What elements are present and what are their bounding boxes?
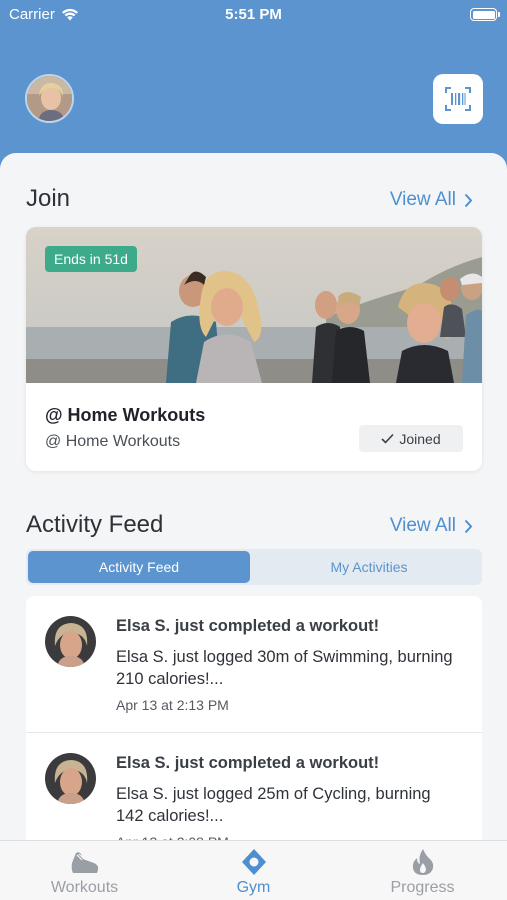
- status-bar: Carrier 5:51 PM: [0, 0, 507, 30]
- activity-segmented-control: Activity Feed My Activities: [26, 549, 482, 585]
- profile-avatar[interactable]: [25, 74, 74, 123]
- location-pin-icon: [241, 849, 266, 875]
- avatar: [45, 616, 96, 667]
- challenge-card[interactable]: Ends in 51d @ Home Workouts @ Home Worko…: [26, 227, 482, 471]
- activity-feed-list: Elsa S. just completed a workout! Elsa S…: [26, 596, 482, 843]
- status-time: 5:51 PM: [225, 6, 282, 23]
- tab-progress-label: Progress: [390, 879, 455, 896]
- avatar-image: [27, 76, 72, 121]
- tab-gym[interactable]: Gym: [169, 841, 338, 900]
- joined-label: Joined: [399, 430, 441, 447]
- feed-item[interactable]: Elsa S. just completed a workout! Elsa S…: [26, 596, 482, 732]
- tab-gym-label: Gym: [236, 879, 271, 896]
- challenge-subtitle: @ Home Workouts: [45, 433, 181, 450]
- shoe-icon: [71, 852, 98, 873]
- tab-workouts-label: Workouts: [50, 879, 119, 896]
- feed-item-timestamp: Apr 13 at 2:13 PM: [116, 697, 229, 713]
- chevron-right-icon: [464, 193, 473, 207]
- tab-progress[interactable]: Progress: [338, 841, 507, 900]
- join-view-all-link[interactable]: View All: [390, 189, 473, 211]
- avatar: [45, 753, 96, 804]
- barcode-scan-icon: [445, 87, 471, 111]
- feed-item-title: Elsa S. just completed a workout!: [116, 617, 380, 635]
- joined-button[interactable]: Joined: [359, 425, 463, 452]
- content-sheet: Join View All Ends in 51d @ Home Workout…: [0, 153, 507, 843]
- checkmark-icon: [381, 433, 394, 444]
- activity-view-all-label: View All: [389, 515, 456, 536]
- feed-item[interactable]: Elsa S. just completed a workout! Elsa S…: [26, 732, 482, 843]
- battery-icon: [470, 8, 500, 21]
- tab-my-activities[interactable]: My Activities: [258, 551, 480, 583]
- feed-item-title: Elsa S. just completed a workout!: [116, 754, 380, 772]
- chevron-right-icon: [464, 519, 473, 533]
- join-section-title: Join: [26, 185, 71, 212]
- tab-workouts[interactable]: Workouts: [0, 841, 169, 900]
- flame-icon: [412, 849, 433, 875]
- feed-item-body: Elsa S. just logged 25m of Cycling, burn…: [116, 785, 431, 825]
- feed-item-body: Elsa S. just logged 30m of Swimming, bur…: [116, 648, 453, 688]
- challenge-title: @ Home Workouts: [45, 405, 206, 425]
- bottom-tab-bar: Workouts Gym Progress: [0, 840, 507, 900]
- tab-activity-feed[interactable]: Activity Feed: [28, 551, 250, 583]
- activity-view-all-link[interactable]: View All: [390, 515, 473, 537]
- ends-in-badge: Ends in 51d: [45, 246, 137, 272]
- barcode-scan-button[interactable]: [433, 74, 483, 124]
- join-view-all-label: View All: [389, 189, 456, 210]
- activity-section-title: Activity Feed: [26, 511, 164, 538]
